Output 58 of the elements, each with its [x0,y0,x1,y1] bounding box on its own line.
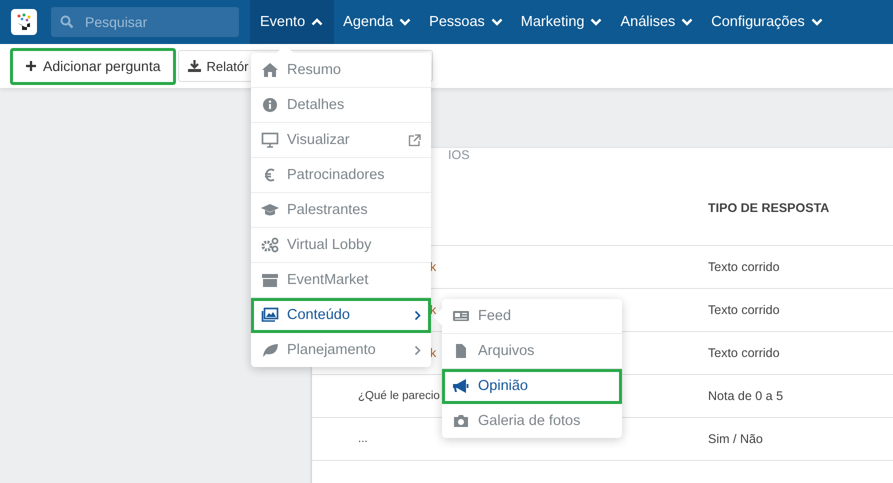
question-text: ¿Qué le parecio [358,390,440,402]
gears-icon [261,237,279,253]
answer-type: Sim / Não [708,432,763,446]
monitor-icon [261,132,279,148]
info-icon [261,97,279,113]
answer-type: Nota de 0 a 5 [708,389,784,403]
menu-item[interactable]: Galeria de fotos [442,404,622,438]
question-text: k [430,303,436,317]
download-icon [186,59,202,73]
question-text: k [430,346,436,360]
nav-tab[interactable]: Marketing [512,0,612,44]
nav-tab[interactable]: Análises [611,0,702,44]
nav-tab[interactable]: Evento [250,0,334,44]
camera-icon [452,413,470,429]
newspaper-icon [452,308,470,324]
menu-item[interactable]: EventMarket [251,263,431,298]
menu-item[interactable]: Detalhes [251,88,431,123]
store-icon [261,272,279,288]
chevron-up-icon [311,18,324,26]
chevron-right-icon [414,310,421,320]
question-text: ... [358,433,368,445]
menu-item[interactable]: Feed [442,299,622,334]
nav-tab[interactable]: Configurações [702,0,832,44]
chevron-right-icon [414,344,421,356]
search-field[interactable]: Pesquisar [51,7,239,37]
question-text: k [430,260,436,274]
answer-type: Texto corrido [708,260,780,274]
card-title: IOS [448,148,470,164]
menu-item[interactable]: Patrocinadores [251,158,431,193]
menu-item[interactable]: Planejamento [251,333,431,367]
nav-tab[interactable]: Pessoas [420,0,512,44]
nav-tab[interactable]: Agenda [334,0,420,44]
menu-item[interactable]: Conteúdo [251,298,431,333]
chevron-down-icon [681,18,694,26]
chevron-down-icon [490,18,503,26]
answer-type: Texto corrido [708,346,780,360]
chevron-down-icon [590,18,602,26]
add-question-button[interactable]: Adicionar pergunta [10,48,176,84]
menu-item[interactable]: Visualizar [251,123,431,158]
external-link-icon [408,134,421,146]
search-input[interactable]: Pesquisar [83,13,227,31]
search-icon [60,15,74,29]
chevron-down-icon [399,18,412,26]
menu-item[interactable]: Resumo [251,53,431,88]
megaphone-icon [452,378,470,394]
chevron-down-icon [810,18,823,26]
answer-type: Texto corrido [708,303,780,317]
logo-icon[interactable] [11,9,37,35]
menu-item[interactable]: Palestrantes [251,193,431,228]
home-icon [261,62,279,78]
plus-icon [25,60,37,72]
column-header: TIPO DE RESPOSTA [708,200,830,214]
menu-item[interactable]: Opinião [442,369,622,404]
menu-item[interactable]: Arquivos [442,334,622,369]
menu-item[interactable]: Virtual Lobby [251,228,431,263]
leaf-icon [261,342,279,358]
graduation-cap-icon [261,202,279,218]
images-icon [261,307,279,323]
